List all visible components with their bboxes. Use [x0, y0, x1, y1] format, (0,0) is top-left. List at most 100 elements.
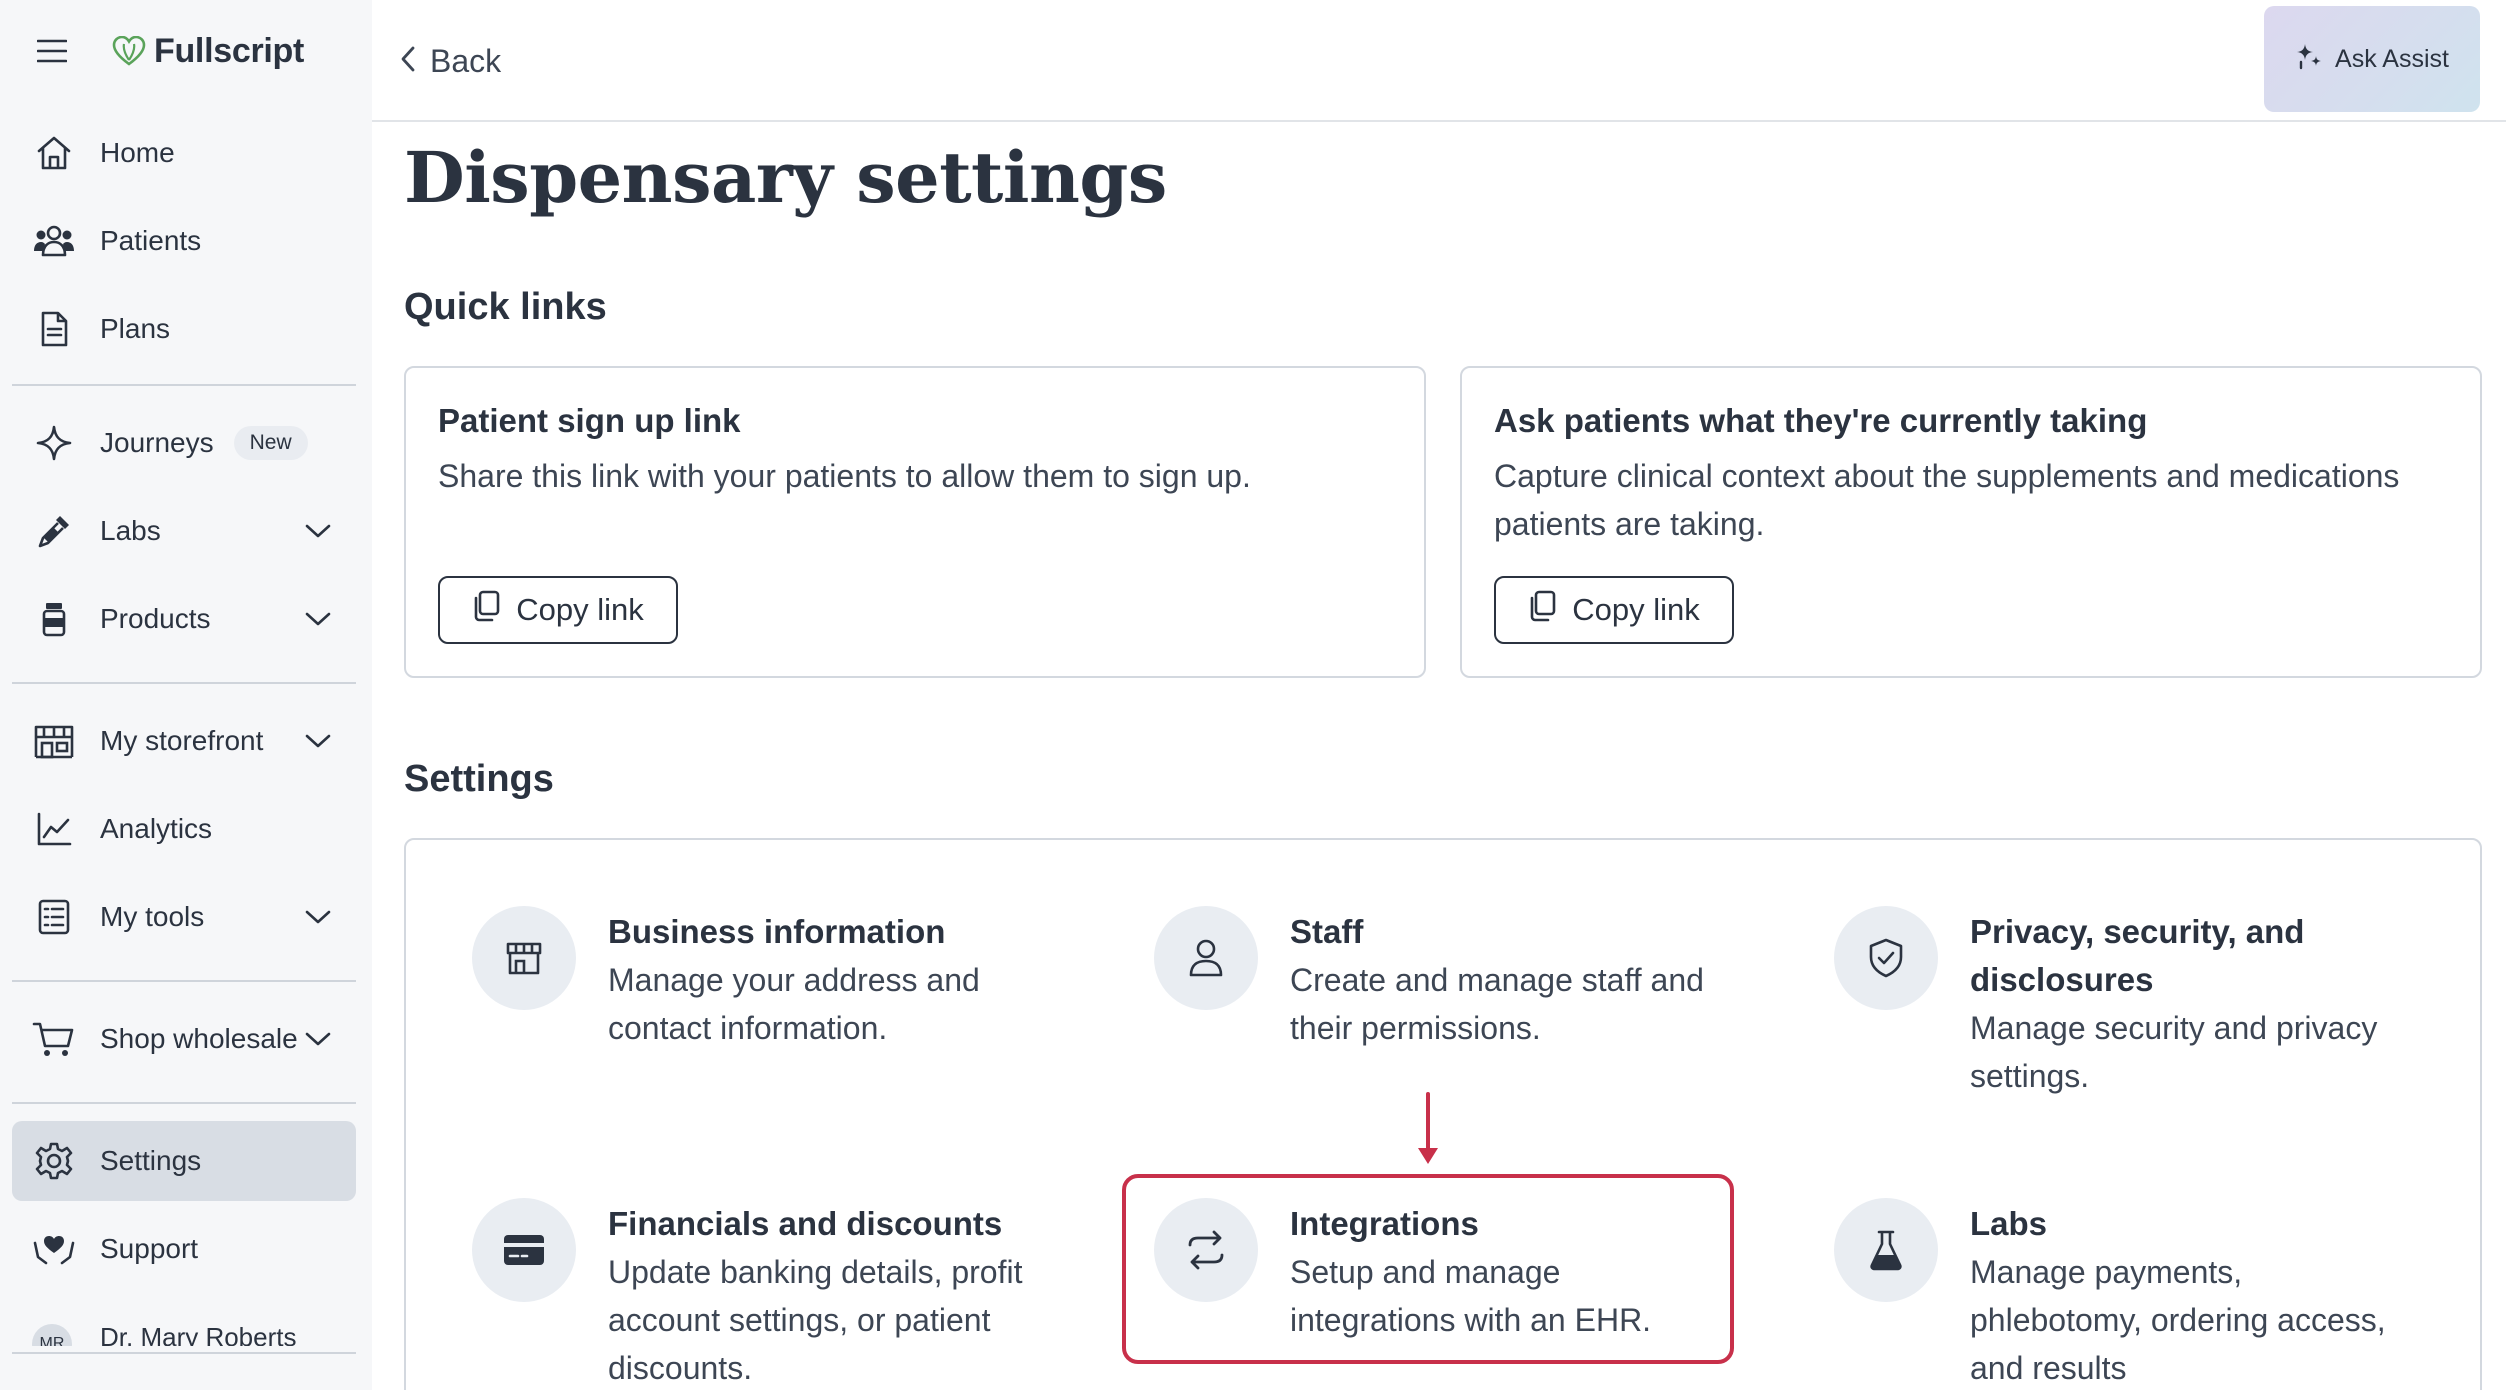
chevron-down-icon[interactable]	[298, 511, 338, 551]
sidebar-item-label: Support	[100, 1233, 199, 1264]
copy-icon	[472, 590, 502, 630]
chevron-down-icon[interactable]	[298, 897, 338, 937]
sidebar-divider	[12, 384, 356, 386]
sidebar-item-label: Analytics	[100, 813, 213, 844]
page-title: Dispensary settings	[404, 136, 1167, 219]
card-title: Patient sign up link	[438, 402, 741, 439]
chevron-left-icon	[400, 43, 416, 80]
brand-name: Fullscript	[154, 31, 305, 70]
user-name: Dr. Mary Roberts	[100, 1322, 297, 1346]
sidebar-divider	[12, 1102, 356, 1104]
sidebar-item-products[interactable]: Products	[12, 579, 356, 659]
setting-title: Staff	[1290, 913, 1364, 950]
setting-title: Labs	[1970, 1205, 2048, 1242]
setting-title: Privacy, security, and disclosures	[1970, 913, 2305, 998]
setting-title: Business information	[608, 913, 946, 950]
chevron-down-icon[interactable]	[298, 1019, 338, 1059]
setting-labs[interactable]: Labs Manage payments, phlebotomy, orderi…	[1834, 1198, 2454, 1386]
menu-icon[interactable]	[32, 31, 72, 71]
checklist-icon	[32, 895, 76, 939]
sidebar-item-label: Settings	[100, 1145, 202, 1176]
sidebar-item-shop-wholesale[interactable]: Shop wholesale	[12, 999, 356, 1079]
user-account[interactable]: MR Dr. Mary Roberts	[32, 1322, 297, 1346]
users-icon	[32, 219, 76, 263]
copy-icon	[1528, 590, 1558, 630]
home-icon	[32, 131, 76, 175]
sidebar-item-label: Home	[100, 137, 175, 168]
brand-bar: Fullscript	[32, 26, 304, 76]
chevron-down-icon[interactable]	[298, 721, 338, 761]
top-bar: Back Ask Assist	[372, 0, 2506, 122]
sidebar-divider	[12, 682, 356, 684]
gear-icon	[32, 1139, 76, 1183]
store-icon	[472, 906, 576, 1010]
setting-financials-discounts[interactable]: Financials and discounts Update banking …	[472, 1198, 1092, 1386]
sidebar-item-plans[interactable]: Plans	[12, 289, 356, 369]
new-badge: New	[233, 426, 308, 460]
setting-description: Create and manage staff and their permis…	[1290, 962, 1704, 1046]
sidebar: Fullscript Home Patients Plans Journeys …	[0, 0, 372, 1390]
flask-icon	[1834, 1198, 1938, 1302]
sidebar-item-analytics[interactable]: Analytics	[12, 789, 356, 869]
sidebar-item-my-tools[interactable]: My tools	[12, 877, 356, 957]
bottle-icon	[32, 597, 76, 641]
fullscript-logo[interactable]: Fullscript	[112, 26, 304, 76]
card-title: Ask patients what they're currently taki…	[1494, 402, 2148, 439]
shield-check-icon	[1834, 906, 1938, 1010]
setting-description: Manage your address and contact informat…	[608, 962, 980, 1046]
sidebar-item-label: Labs	[100, 515, 161, 546]
copy-link-label: Copy link	[516, 592, 644, 627]
ask-assist-button[interactable]: Ask Assist	[2264, 6, 2480, 112]
setting-description: Manage security and privacy settings.	[1970, 1010, 2378, 1094]
storefront-icon	[32, 719, 76, 763]
setting-title: Financials and discounts	[608, 1205, 1003, 1242]
settings-heading: Settings	[404, 758, 554, 800]
setting-privacy-security[interactable]: Privacy, security, and disclosures Manag…	[1834, 906, 2454, 1126]
assist-sparkle-icon	[2295, 42, 2323, 77]
sidebar-item-my-storefront[interactable]: My storefront	[12, 701, 356, 781]
sidebar-item-labs[interactable]: Labs	[12, 491, 356, 571]
integrations-highlight	[1122, 1174, 1734, 1364]
sidebar-item-label: Products	[100, 603, 211, 634]
back-label: Back	[430, 42, 502, 79]
copy-link-button[interactable]: Copy link	[438, 576, 678, 644]
sparkle-icon	[32, 421, 76, 465]
sidebar-item-settings[interactable]: Settings	[12, 1121, 356, 1201]
heart-hands-icon	[32, 1227, 76, 1271]
copy-link-button[interactable]: Copy link	[1494, 576, 1734, 644]
person-icon	[1154, 906, 1258, 1010]
sidebar-item-journeys[interactable]: Journeys New	[12, 403, 356, 483]
copy-link-label: Copy link	[1572, 592, 1700, 627]
quick-link-card: Patient sign up link Share this link wit…	[404, 366, 1426, 678]
sidebar-item-label: Patients	[100, 225, 202, 256]
setting-staff[interactable]: Staff Create and manage staff and their …	[1154, 906, 1774, 1106]
sidebar-item-label: My storefront	[100, 725, 264, 756]
sidebar-item-home[interactable]: Home	[12, 113, 356, 193]
sidebar-item-label: My tools	[100, 901, 205, 932]
chevron-down-icon[interactable]	[298, 599, 338, 639]
quick-links-heading: Quick links	[404, 286, 607, 328]
avatar: MR	[32, 1324, 72, 1346]
quick-link-card: Ask patients what they're currently taki…	[1460, 366, 2482, 678]
document-icon	[32, 307, 76, 351]
sidebar-item-label: Journeys	[100, 427, 214, 458]
sidebar-item-support[interactable]: Support	[12, 1209, 356, 1289]
card-description: Capture clinical context about the suppl…	[1494, 458, 2400, 542]
back-button[interactable]: Back	[400, 36, 501, 86]
setting-business-information[interactable]: Business information Manage your address…	[472, 906, 1092, 1106]
card-description: Share this link with your patients to al…	[438, 458, 1251, 494]
ask-assist-label: Ask Assist	[2335, 44, 2449, 73]
sidebar-item-label: Shop wholesale	[100, 1023, 298, 1054]
pipette-icon	[32, 509, 76, 553]
sidebar-item-label: Plans	[100, 313, 171, 344]
setting-description: Update banking details, profit account s…	[608, 1254, 1023, 1386]
cart-icon	[32, 1017, 76, 1061]
credit-card-icon	[472, 1198, 576, 1302]
leaf-heart-icon	[112, 36, 146, 66]
chart-line-icon	[32, 807, 76, 851]
sidebar-divider	[12, 1352, 356, 1354]
sidebar-divider	[12, 980, 356, 982]
annotation-arrow-icon	[1418, 1092, 1438, 1164]
sidebar-item-patients[interactable]: Patients	[12, 201, 356, 281]
setting-description: Manage payments, phlebotomy, ordering ac…	[1970, 1254, 2386, 1386]
